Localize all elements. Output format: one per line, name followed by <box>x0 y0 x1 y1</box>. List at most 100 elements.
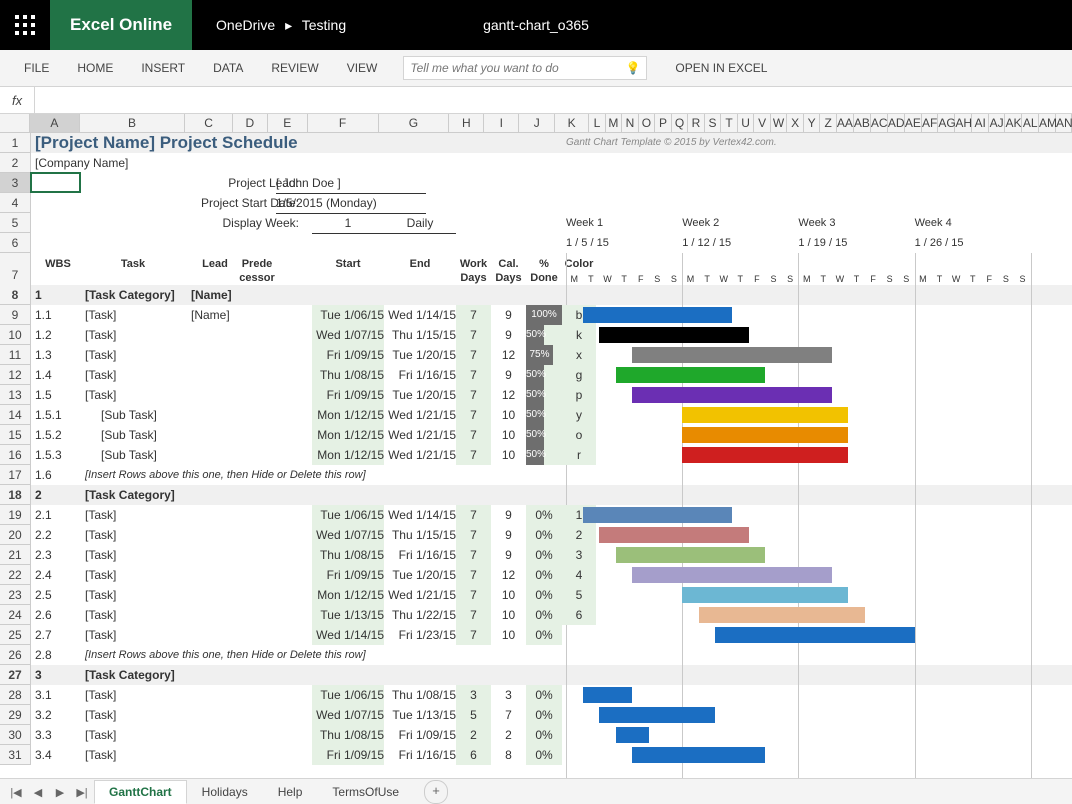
row-cells[interactable]: 1.2[Task]Wed 1/07/15Thu 1/15/157950%k <box>31 325 1072 345</box>
row-cells[interactable]: Project Start Date:1/5/2015 (Monday) <box>31 193 1072 213</box>
row-header[interactable]: 19 <box>0 505 31 525</box>
column-header-Z[interactable]: Z <box>820 114 837 132</box>
row-header[interactable]: 30 <box>0 725 31 745</box>
row-cells[interactable]: 2.4[Task]Fri 1/09/15Tue 1/20/157120%4 <box>31 565 1072 585</box>
row-header[interactable]: 20 <box>0 525 31 545</box>
tab-nav-next[interactable]: ▶ <box>50 786 70 799</box>
app-brand[interactable]: Excel Online <box>50 0 192 50</box>
row-header[interactable]: 15 <box>0 425 31 445</box>
column-headers[interactable]: ABCDEFGHIJKLMNOPQRSTUVWXYZAAABACADAEAFAG… <box>0 114 1072 133</box>
row-header[interactable]: 31 <box>0 745 31 765</box>
row-cells[interactable]: 1.4[Task]Thu 1/08/15Fri 1/16/157950%g <box>31 365 1072 385</box>
app-launcher-icon[interactable] <box>0 0 50 50</box>
column-header-AM[interactable]: AM <box>1039 114 1056 132</box>
tab-nav-first[interactable]: |◀ <box>6 786 26 799</box>
ribbon-tab-home[interactable]: HOME <box>63 55 127 81</box>
column-header-J[interactable]: J <box>519 114 555 132</box>
row-header[interactable]: 29 <box>0 705 31 725</box>
row-header[interactable]: 12 <box>0 365 31 385</box>
row-cells[interactable]: WBSTaskLeadPredecessorStartEndWorkDaysCa… <box>31 253 1072 285</box>
row-cells[interactable]: 3.3[Task]Thu 1/08/15Fri 1/09/15220% <box>31 725 1072 745</box>
row-cells[interactable]: 2.7[Task]Wed 1/14/15Fri 1/23/157100% <box>31 625 1072 645</box>
formula-input[interactable] <box>35 87 1072 113</box>
column-header-AA[interactable]: AA <box>837 114 854 132</box>
row-header[interactable]: 16 <box>0 445 31 465</box>
row-cells[interactable]: 3.1[Task]Tue 1/06/15Thu 1/08/15330% <box>31 685 1072 705</box>
column-header-S[interactable]: S <box>705 114 722 132</box>
selected-cell[interactable] <box>30 172 81 193</box>
row-cells[interactable]: Display Week:1DailyWeek 1Week 2Week 3Wee… <box>31 213 1072 233</box>
column-header-M[interactable]: M <box>606 114 623 132</box>
column-header-AH[interactable]: AH <box>955 114 972 132</box>
ribbon-tab-review[interactable]: REVIEW <box>257 55 332 81</box>
column-header-AJ[interactable]: AJ <box>989 114 1006 132</box>
column-header-G[interactable]: G <box>379 114 450 132</box>
row-cells[interactable]: 1.5[Task]Fri 1/09/15Tue 1/20/1571250%p <box>31 385 1072 405</box>
column-header-X[interactable]: X <box>787 114 804 132</box>
column-header-AL[interactable]: AL <box>1022 114 1039 132</box>
row-cells[interactable]: Project Lead:[ John Doe ] <box>31 173 1072 193</box>
document-title[interactable]: gantt-chart_o365 <box>483 17 589 33</box>
row-header[interactable]: 3 <box>0 173 31 193</box>
column-header-E[interactable]: E <box>268 114 308 132</box>
row-header[interactable]: 17 <box>0 465 31 485</box>
column-header-AN[interactable]: AN <box>1056 114 1072 132</box>
breadcrumb-onedrive[interactable]: OneDrive <box>216 17 275 33</box>
row-header[interactable]: 8 <box>0 285 31 305</box>
row-cells[interactable]: [Project Name] Project ScheduleGantt Cha… <box>31 133 1072 153</box>
row-header[interactable]: 26 <box>0 645 31 665</box>
select-all-corner[interactable] <box>0 114 30 132</box>
column-header-AK[interactable]: AK <box>1005 114 1022 132</box>
row-header[interactable]: 21 <box>0 545 31 565</box>
column-header-AG[interactable]: AG <box>938 114 955 132</box>
column-header-I[interactable]: I <box>484 114 519 132</box>
column-header-AF[interactable]: AF <box>922 114 939 132</box>
row-cells[interactable]: 1.5.3[Sub Task]Mon 1/12/15Wed 1/21/15710… <box>31 445 1072 465</box>
column-header-N[interactable]: N <box>622 114 639 132</box>
row-cells[interactable]: 1 / 5 / 151 / 12 / 151 / 19 / 151 / 26 /… <box>31 233 1072 253</box>
row-header[interactable]: 24 <box>0 605 31 625</box>
column-header-Y[interactable]: Y <box>804 114 821 132</box>
column-header-Q[interactable]: Q <box>672 114 689 132</box>
column-header-O[interactable]: O <box>639 114 656 132</box>
row-header[interactable]: 5 <box>0 213 31 233</box>
row-header[interactable]: 9 <box>0 305 31 325</box>
column-header-U[interactable]: U <box>738 114 755 132</box>
column-header-R[interactable]: R <box>688 114 705 132</box>
row-cells[interactable]: 2.6[Task]Tue 1/13/15Thu 1/22/157100%6 <box>31 605 1072 625</box>
row-header[interactable]: 25 <box>0 625 31 645</box>
grid[interactable]: 1[Project Name] Project ScheduleGantt Ch… <box>0 133 1072 765</box>
row-cells[interactable]: 1.3[Task]Fri 1/09/15Tue 1/20/1571275%x <box>31 345 1072 365</box>
row-cells[interactable]: 1.6[Insert Rows above this one, then Hid… <box>31 465 1072 485</box>
sheet-tab-help[interactable]: Help <box>263 780 318 804</box>
row-cells[interactable]: 1[Task Category][Name] <box>31 285 1072 305</box>
row-cells[interactable]: 2.1[Task]Tue 1/06/15Wed 1/14/15790%1 <box>31 505 1072 525</box>
row-cells[interactable]: 1.5.2[Sub Task]Mon 1/12/15Wed 1/21/15710… <box>31 425 1072 445</box>
column-header-AI[interactable]: AI <box>972 114 989 132</box>
column-header-T[interactable]: T <box>721 114 738 132</box>
column-header-P[interactable]: P <box>655 114 672 132</box>
column-header-V[interactable]: V <box>754 114 771 132</box>
column-header-F[interactable]: F <box>308 114 379 132</box>
row-header[interactable]: 2 <box>0 153 31 173</box>
open-in-excel-link[interactable]: OPEN IN EXCEL <box>675 61 767 75</box>
row-cells[interactable]: 1.1[Task][Name]Tue 1/06/15Wed 1/14/15791… <box>31 305 1072 325</box>
row-cells[interactable]: 3.4[Task]Fri 1/09/15Fri 1/16/15680% <box>31 745 1072 765</box>
sheet-tab-ganttchart[interactable]: GanttChart <box>94 780 187 804</box>
column-header-AE[interactable]: AE <box>905 114 922 132</box>
row-header[interactable]: 7 <box>0 253 31 286</box>
column-header-D[interactable]: D <box>233 114 268 132</box>
row-cells[interactable]: 2.5[Task]Mon 1/12/15Wed 1/21/157100%5 <box>31 585 1072 605</box>
ribbon-tab-data[interactable]: DATA <box>199 55 257 81</box>
add-sheet-button[interactable]: + <box>424 780 448 804</box>
column-header-AD[interactable]: AD <box>888 114 905 132</box>
row-cells[interactable]: 2.3[Task]Thu 1/08/15Fri 1/16/15790%3 <box>31 545 1072 565</box>
column-header-C[interactable]: C <box>185 114 233 132</box>
sheet-tab-termsofuse[interactable]: TermsOfUse <box>317 780 414 804</box>
ribbon-tab-file[interactable]: FILE <box>10 55 63 81</box>
column-header-W[interactable]: W <box>771 114 788 132</box>
spreadsheet-area[interactable]: ABCDEFGHIJKLMNOPQRSTUVWXYZAAABACADAEAFAG… <box>0 114 1072 778</box>
column-header-B[interactable]: B <box>80 114 186 132</box>
ribbon-tab-view[interactable]: VIEW <box>333 55 392 81</box>
row-header[interactable]: 18 <box>0 485 31 505</box>
